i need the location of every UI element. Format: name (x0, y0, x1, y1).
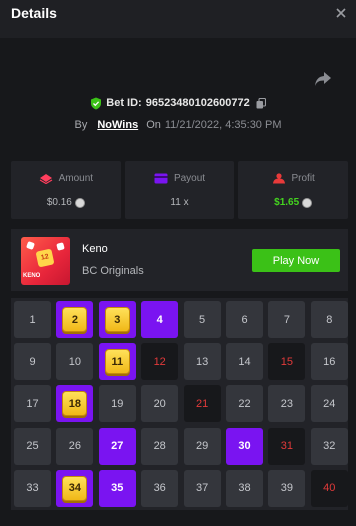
keno-cell-20[interactable]: 20 (141, 385, 179, 423)
keno-cell-15[interactable]: 15 (268, 343, 306, 381)
close-icon[interactable] (334, 6, 348, 20)
stat-amount-label: Amount (58, 173, 94, 184)
bet-datetime: 11/21/2022, 4:35:30 PM (164, 119, 282, 131)
keno-cell-30[interactable]: 30 (226, 427, 263, 465)
keno-cell-32[interactable]: 32 (310, 427, 348, 465)
keno-grid: 1 2 3 4 5 6 7 8 9 10 11 12 13 14 15 16 17 18 19 20 21 22 23 24 2… (11, 298, 348, 510)
keno-cell-31[interactable]: 31 (268, 427, 306, 465)
keno-cell-21[interactable]: 21 (183, 385, 221, 423)
keno-cell-14[interactable]: 14 (226, 343, 263, 381)
header-bar: Details (0, 0, 356, 38)
dice-icon (26, 241, 35, 250)
bet-id-label: Bet ID: (106, 97, 142, 109)
keno-cell-12[interactable]: 12 (141, 343, 179, 381)
stat-amount: Amount $0.16 (11, 161, 121, 219)
keno-cell-24[interactable]: 24 (310, 385, 348, 423)
stat-payout-label: Payout (173, 173, 206, 184)
keno-cell-38[interactable]: 38 (226, 469, 263, 507)
by-label: By (74, 119, 88, 131)
game-card: 12 KENO Keno BC Originals Play Now (11, 229, 348, 291)
keno-cell-13[interactable]: 13 (183, 343, 221, 381)
thumb-label: KENO (23, 273, 41, 279)
keno-thumbnail[interactable]: 12 KENO (21, 237, 70, 285)
gold-tile: 11 (104, 349, 130, 375)
payout-icon (154, 173, 168, 184)
amount-icon (39, 174, 52, 184)
keno-cell-5[interactable]: 5 (183, 301, 221, 338)
stat-payout: Payout 11 x (124, 161, 235, 219)
keno-cell-1[interactable]: 1 (14, 301, 51, 338)
keno-cell-4[interactable]: 4 (141, 301, 179, 338)
gold-tile: 34 (62, 475, 88, 501)
keno-cell-29[interactable]: 29 (183, 427, 221, 465)
keno-cell-3[interactable]: 3 (98, 301, 136, 338)
thumb-tile: 12 (35, 248, 55, 268)
keno-cell-28[interactable]: 28 (141, 427, 179, 465)
gold-tile: 18 (62, 391, 88, 417)
game-provider: BC Originals (82, 265, 144, 277)
share-icon[interactable] (314, 71, 332, 87)
keno-cell-2[interactable]: 2 (56, 301, 94, 338)
keno-cell-9[interactable]: 9 (14, 343, 51, 381)
profit-icon (272, 173, 285, 184)
dice-icon (56, 242, 65, 251)
keno-cell-18[interactable]: 18 (56, 385, 94, 423)
stat-profit-value: $1.65 (274, 197, 300, 208)
bet-id-line: Bet ID: 96523480102600772 (0, 96, 356, 110)
keno-cell-37[interactable]: 37 (183, 469, 221, 507)
copy-icon[interactable] (256, 97, 266, 109)
username-link[interactable]: NoWins (97, 119, 138, 131)
keno-cell-6[interactable]: 6 (226, 301, 263, 338)
stat-profit: Profit $1.65 (238, 161, 349, 219)
gold-tile: 3 (104, 307, 130, 332)
keno-cell-34[interactable]: 34 (56, 469, 94, 507)
gold-tile: 2 (62, 307, 88, 332)
stat-payout-value: 11 x (170, 197, 189, 208)
keno-cell-16[interactable]: 16 (310, 343, 348, 381)
coin-icon (74, 197, 85, 208)
keno-cell-33[interactable]: 33 (14, 469, 51, 507)
keno-cell-22[interactable]: 22 (226, 385, 263, 423)
keno-cell-25[interactable]: 25 (14, 427, 51, 465)
keno-cell-11[interactable]: 11 (98, 343, 136, 381)
keno-cell-36[interactable]: 36 (141, 469, 179, 507)
keno-cell-39[interactable]: 39 (268, 469, 306, 507)
keno-cell-27[interactable]: 27 (98, 427, 136, 465)
keno-cell-35[interactable]: 35 (98, 469, 136, 507)
keno-cell-26[interactable]: 26 (56, 427, 94, 465)
stats-row: Amount $0.16 Payout 11 x Profit $1.65 (11, 161, 349, 219)
keno-cell-23[interactable]: 23 (268, 385, 306, 423)
on-label: On (146, 119, 161, 131)
keno-cell-7[interactable]: 7 (268, 301, 306, 338)
play-now-button[interactable]: Play Now (252, 249, 340, 272)
keno-cell-19[interactable]: 19 (98, 385, 136, 423)
keno-cell-8[interactable]: 8 (310, 301, 348, 338)
page-title: Details (11, 5, 57, 21)
keno-cell-17[interactable]: 17 (14, 385, 51, 423)
shield-check-icon (91, 97, 102, 109)
byline: By NoWins On 11/21/2022, 4:35:30 PM (0, 118, 356, 132)
game-name: Keno (82, 243, 108, 255)
keno-cell-10[interactable]: 10 (56, 343, 94, 381)
coin-icon (302, 197, 313, 208)
stat-profit-label: Profit (291, 173, 315, 184)
keno-cell-40[interactable]: 40 (310, 469, 348, 507)
stat-amount-value: $0.16 (46, 197, 72, 208)
bet-id-value: 96523480102600772 (145, 97, 250, 109)
